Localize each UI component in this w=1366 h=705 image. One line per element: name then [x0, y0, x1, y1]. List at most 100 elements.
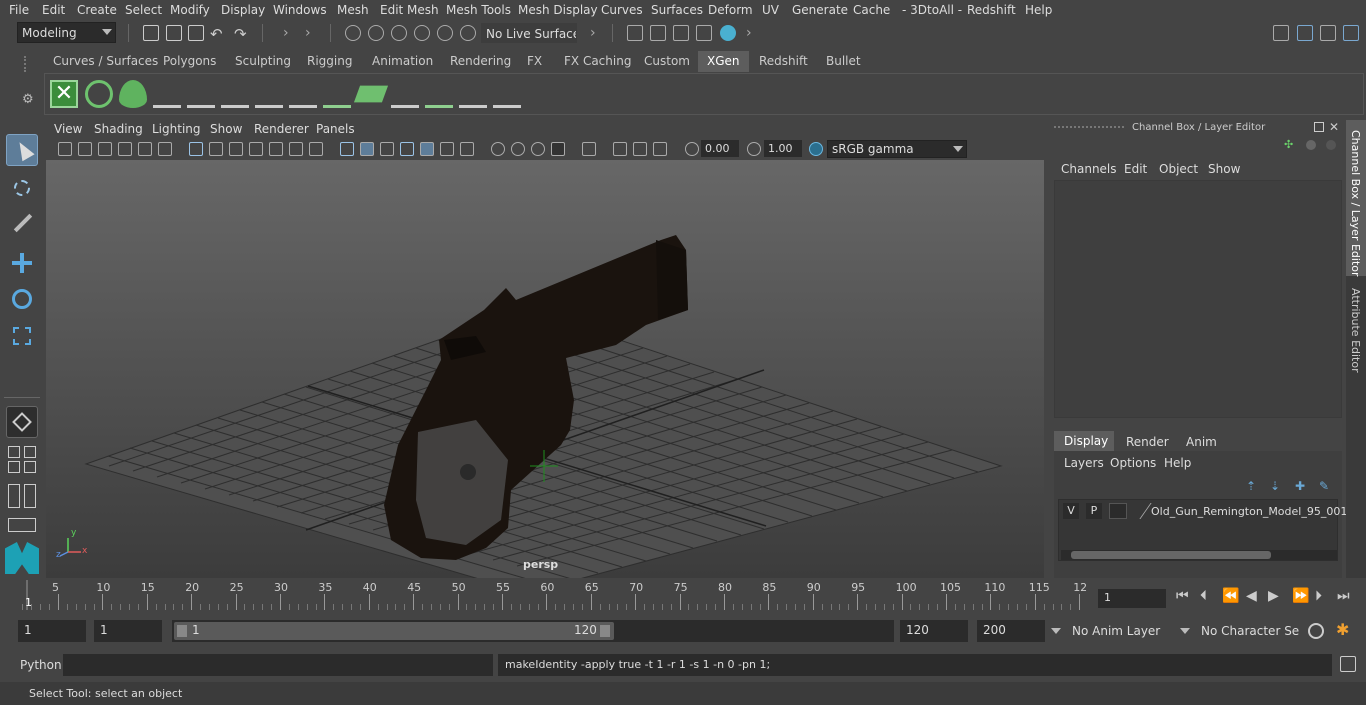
menu-windows[interactable]: Windows [273, 3, 327, 17]
chevron-right-icon[interactable]: › [305, 25, 311, 41]
gate-mask-icon[interactable] [249, 142, 263, 156]
anti-aliasing-icon[interactable] [531, 142, 545, 156]
xgen-create-description-icon[interactable] [119, 80, 147, 108]
menu-file[interactable]: File [9, 3, 29, 17]
menu-surfaces[interactable]: Surfaces [651, 3, 703, 17]
panel-handle[interactable] [1054, 126, 1124, 130]
shelf-tab-rigging[interactable]: Rigging [298, 51, 361, 72]
menu-mesh[interactable]: Mesh [337, 3, 369, 17]
xgen-preview-icon[interactable] [85, 80, 113, 108]
play-backward-icon[interactable]: ◀ [1246, 588, 1257, 604]
playback-start-field[interactable]: 1 [94, 620, 162, 642]
smooth-shade-icon[interactable] [360, 142, 374, 156]
outliner-layout-icon[interactable] [8, 484, 20, 508]
shelf-tab-fx-caching[interactable]: FX Caching [555, 51, 640, 72]
bookmark-icon[interactable] [98, 142, 112, 156]
float-panel-icon[interactable] [1314, 122, 1324, 132]
wireframe-on-shaded-icon[interactable] [400, 142, 414, 156]
options-menu[interactable]: Options [1110, 456, 1156, 470]
rotate-tool-icon[interactable] [6, 283, 38, 315]
show-menu[interactable]: Show [1208, 162, 1240, 176]
menu-mesh-display[interactable]: Mesh Display [518, 3, 598, 17]
close-icon[interactable]: ✕ [1329, 120, 1339, 134]
chevron-right-icon[interactable]: › [746, 25, 752, 41]
maya-logo-icon[interactable] [5, 542, 39, 574]
shelf-tab-rendering[interactable]: Rendering [441, 51, 520, 72]
two-d-pan-zoom-icon[interactable] [138, 142, 152, 156]
object-menu[interactable]: Object [1159, 162, 1198, 176]
channel-list[interactable] [1054, 180, 1342, 418]
menu-display[interactable]: Display [221, 3, 265, 17]
xgen-lock-guide-icon[interactable] [289, 80, 317, 108]
current-frame-field[interactable]: 1 [1098, 589, 1166, 608]
gamma-field[interactable]: 1.00 [764, 140, 802, 157]
layout-four-icon[interactable] [8, 446, 20, 458]
xgen-rebuild-guide-icon[interactable] [391, 80, 419, 108]
motion-blur-icon[interactable] [511, 142, 525, 156]
step-back-frame-icon[interactable]: ⏪ [1222, 588, 1239, 604]
exposure-field[interactable]: 0.00 [701, 140, 739, 157]
channel-box-toggle-icon[interactable] [1297, 25, 1313, 41]
xgen-editor-icon[interactable]: ✕ [50, 80, 78, 108]
open-scene-icon[interactable] [166, 25, 182, 41]
select-by-component-icon[interactable] [391, 25, 407, 41]
menu-deform[interactable]: Deform [708, 3, 753, 17]
xgen-delete-guide-icon[interactable] [493, 80, 521, 108]
shelf-tab-sculpting[interactable]: Sculpting [226, 51, 300, 72]
playback-end-field[interactable]: 120 [900, 620, 968, 642]
viewport-menu-show[interactable]: Show [210, 122, 242, 136]
render-frame-icon[interactable] [627, 25, 643, 41]
scene-end-field[interactable]: 200 [977, 620, 1045, 642]
snap-to-curve-icon[interactable] [437, 25, 453, 41]
xgen-flip-guide-icon[interactable] [425, 80, 453, 108]
shadows-icon[interactable] [460, 142, 474, 156]
film-gate-icon[interactable] [209, 142, 223, 156]
play-forward-icon[interactable]: ▶ [1268, 588, 1279, 604]
side-tab-attribute-editor[interactable]: Attribute Editor [1349, 288, 1362, 373]
live-surface-field[interactable]: No Live Surface [481, 23, 577, 43]
step-forward-frame-icon[interactable]: ⏩ [1292, 588, 1309, 604]
image-plane-icon[interactable] [118, 142, 132, 156]
paint-select-tool-icon[interactable] [6, 208, 38, 240]
menu-redshift[interactable]: Redshift [967, 3, 1016, 17]
menuset-dropdown[interactable]: Modeling [17, 22, 116, 43]
tool-settings-toggle-icon[interactable] [1343, 25, 1359, 41]
layer-name[interactable]: Old_Gun_Remington_Model_95_001_ [1151, 505, 1353, 518]
move-layer-up-icon[interactable]: ⇡ [1246, 479, 1256, 493]
chevron-right-icon[interactable]: › [590, 25, 596, 41]
xgen-bend-guide-icon[interactable] [459, 80, 487, 108]
layer-display-type-toggle[interactable] [1109, 503, 1127, 519]
xgen-select-guide-icon[interactable] [187, 80, 215, 108]
render-sequence-icon[interactable] [650, 25, 666, 41]
command-input[interactable] [63, 654, 493, 676]
menu-edit[interactable]: Edit [42, 3, 65, 17]
gear-icon[interactable]: ⚙ [22, 92, 34, 107]
workspace-icon[interactable] [1273, 25, 1289, 41]
layout-two-side-icon[interactable] [8, 461, 20, 473]
tab-display[interactable]: Display [1054, 431, 1114, 451]
layout-two-stack-icon[interactable] [24, 461, 36, 473]
menu-generate[interactable]: Generate [792, 3, 848, 17]
snap-to-point-icon[interactable] [460, 25, 476, 41]
select-camera-icon[interactable] [58, 142, 72, 156]
animation-preferences-icon[interactable]: ✱ [1336, 620, 1349, 639]
snap-to-grid-icon[interactable] [414, 25, 430, 41]
menu-cache[interactable]: Cache [853, 3, 890, 17]
range-end-handle[interactable] [600, 625, 610, 637]
channels-menu[interactable]: Channels [1061, 162, 1117, 176]
ipr-render-icon[interactable] [673, 25, 689, 41]
chevron-right-icon[interactable]: › [283, 25, 289, 41]
chevron-down-icon[interactable] [1051, 628, 1061, 634]
select-tool-icon[interactable] [6, 134, 38, 166]
xray-joints-icon[interactable] [633, 142, 647, 156]
depth-of-field-icon[interactable] [551, 142, 565, 156]
select-by-hierarchy-icon[interactable] [345, 25, 361, 41]
move-layer-down-icon[interactable]: ⇣ [1270, 479, 1280, 493]
character-set-dropdown[interactable]: No Character Set [1196, 620, 1300, 642]
viewport-menu-panels[interactable]: Panels [316, 122, 355, 136]
menu-mesh-tools[interactable]: Mesh Tools [446, 3, 511, 17]
grease-pencil-icon[interactable] [158, 142, 172, 156]
layer-color-swatch[interactable] [1126, 503, 1152, 519]
shelf-handle[interactable] [24, 56, 32, 72]
viewport-menu-view[interactable]: View [54, 122, 82, 136]
